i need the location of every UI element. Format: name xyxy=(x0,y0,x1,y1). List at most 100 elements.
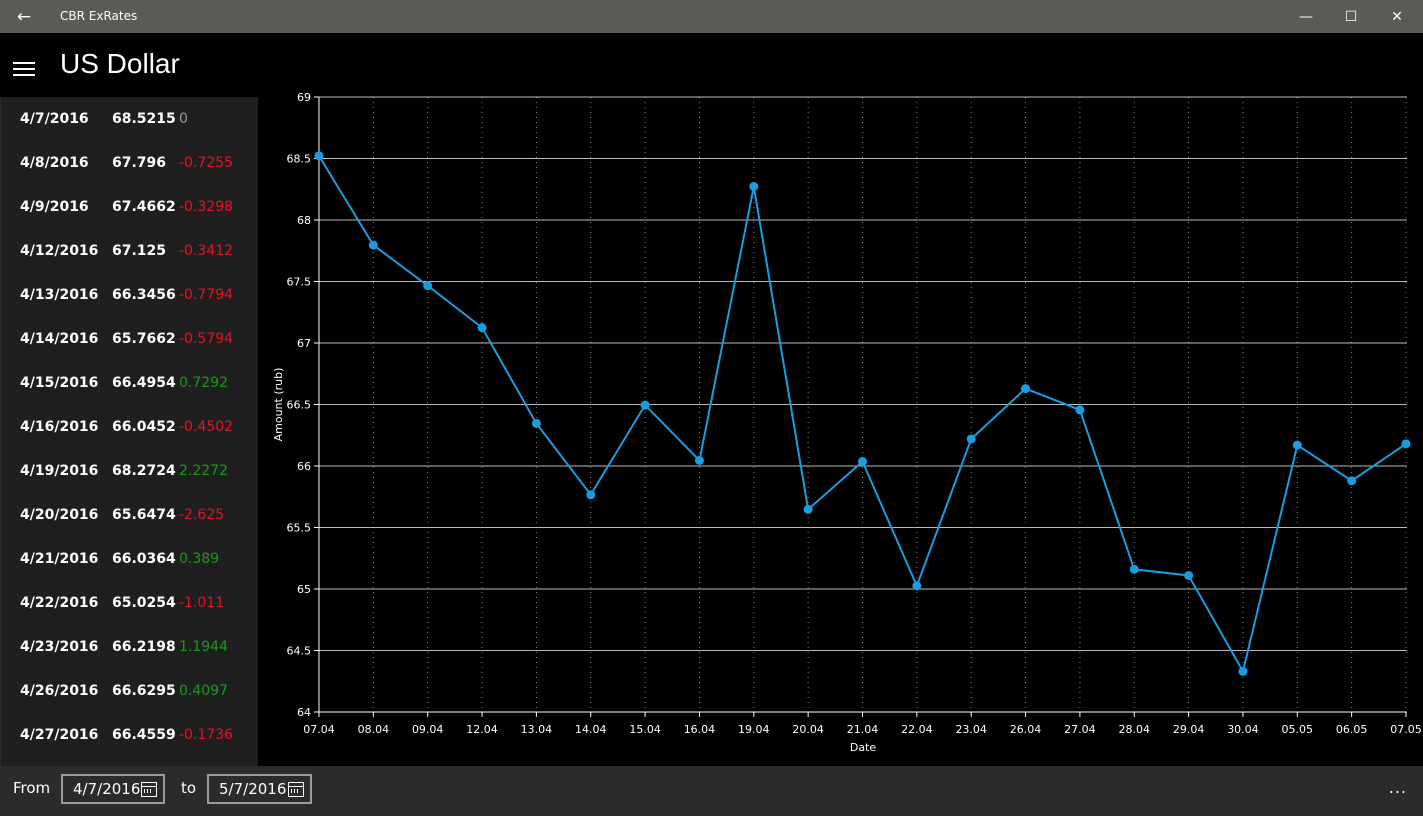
list-item[interactable]: 4/9/2016 67.4662 -0.3298 xyxy=(1,185,258,229)
y-tick-label: 65.5 xyxy=(287,522,312,535)
x-tick-label: 12.04 xyxy=(466,723,498,736)
y-tick-label: 68.5 xyxy=(287,153,312,166)
rate-change: -0.3298 xyxy=(179,199,234,215)
x-tick-label: 23.04 xyxy=(955,723,987,736)
list-item[interactable]: 4/19/2016 68.2724 2.2272 xyxy=(1,449,258,493)
calendar-icon xyxy=(288,782,304,797)
rate-value: 67.796 xyxy=(112,155,167,171)
x-tick-label: 30.04 xyxy=(1227,723,1259,736)
list-item[interactable]: 4/23/2016 66.2198 1.1944 xyxy=(1,625,258,669)
list-item[interactable]: 4/16/2016 66.0452 -0.4502 xyxy=(1,405,258,449)
hamburger-menu-icon[interactable] xyxy=(13,62,35,76)
list-item[interactable]: 4/27/2016 66.4559 -0.1736 xyxy=(1,713,258,757)
close-icon: ✕ xyxy=(1391,8,1403,25)
rate-value: 68.5215 xyxy=(112,111,176,127)
rate-value: 66.3456 xyxy=(112,287,176,303)
from-date-value: 4/7/2016 xyxy=(73,780,141,798)
data-point xyxy=(858,457,867,467)
rate-value: 66.0364 xyxy=(112,551,176,567)
x-tick-label: 16.04 xyxy=(684,723,716,736)
to-date-picker[interactable]: 5/7/2016 xyxy=(207,774,312,804)
x-tick-label: 28.04 xyxy=(1119,723,1151,736)
more-options-button[interactable]: ... xyxy=(1389,778,1407,797)
from-label: From xyxy=(13,779,51,797)
rate-change: 2.2272 xyxy=(179,463,228,479)
rate-change: 0.389 xyxy=(179,551,220,567)
list-item[interactable]: 4/14/2016 65.7662 -0.5794 xyxy=(1,317,258,361)
title-bar: ← CBR ExRates — ☐ ✕ xyxy=(0,0,1423,33)
back-button[interactable]: ← xyxy=(0,0,48,33)
list-item[interactable]: 4/12/2016 67.125 -0.3412 xyxy=(1,229,258,273)
list-item[interactable]: 4/13/2016 66.3456 -0.7794 xyxy=(1,273,258,317)
x-tick-label: 08.04 xyxy=(358,723,390,736)
x-tick-label: 14.04 xyxy=(575,723,607,736)
x-tick-label: 05.05 xyxy=(1282,723,1314,736)
rate-value: 67.4662 xyxy=(112,199,176,215)
rate-date: 4/15/2016 xyxy=(20,375,99,391)
data-point xyxy=(314,151,324,161)
list-item[interactable]: 4/8/2016 67.796 -0.7255 xyxy=(1,141,258,185)
rate-date: 4/19/2016 xyxy=(20,463,99,479)
list-item[interactable]: 4/21/2016 66.0364 0.389 xyxy=(1,537,258,581)
rate-value: 67.125 xyxy=(112,243,167,259)
y-tick-label: 66 xyxy=(297,460,311,473)
rate-date: 4/12/2016 xyxy=(20,243,99,259)
y-tick-label: 65 xyxy=(297,583,311,596)
data-point xyxy=(1129,564,1139,574)
series-line xyxy=(318,155,1407,675)
rate-date: 4/27/2016 xyxy=(20,727,99,743)
rate-chart: 64 64.5 65 65.5 66 66.5 67 67.5 68 68.5 69 07.04 08.… xyxy=(272,91,1422,754)
rate-change: 1.1944 xyxy=(179,639,228,655)
data-point xyxy=(1184,570,1194,580)
rate-list[interactable]: 4/7/2016 68.5215 0 4/8/2016 67.796 -0.7255 4/9… xyxy=(0,97,258,766)
list-item[interactable]: 4/7/2016 68.5215 0 xyxy=(1,97,258,141)
x-tick-label: 22.04 xyxy=(901,723,933,736)
bottom-app-bar: From 4/7/2016 to 5/7/2016 ... xyxy=(0,766,1423,816)
data-point xyxy=(912,581,922,591)
list-item[interactable]: 4/22/2016 65.0254 -1.011 xyxy=(1,581,258,625)
rate-date: 4/9/2016 xyxy=(20,199,89,215)
rate-date: 4/13/2016 xyxy=(20,287,99,303)
data-point xyxy=(1401,439,1411,449)
x-tick-label: 07.05 xyxy=(1390,723,1422,736)
app-title: CBR ExRates xyxy=(60,9,138,23)
rate-date: 4/26/2016 xyxy=(20,683,99,699)
y-tick-label: 68 xyxy=(297,214,311,227)
from-date-picker[interactable]: 4/7/2016 xyxy=(61,774,165,804)
rate-date: 4/21/2016 xyxy=(20,551,99,567)
close-button[interactable]: ✕ xyxy=(1374,0,1420,33)
rate-change: -0.5794 xyxy=(179,331,234,347)
x-tick-label: 26.04 xyxy=(1010,723,1042,736)
data-point xyxy=(749,181,759,191)
maximize-icon: ☐ xyxy=(1344,8,1358,25)
to-label: to xyxy=(181,779,197,797)
rate-value: 66.0452 xyxy=(112,419,176,435)
data-point xyxy=(1347,476,1357,486)
page-title: US Dollar xyxy=(60,48,180,79)
x-tick-label: 27.04 xyxy=(1064,723,1096,736)
rate-change: -1.011 xyxy=(179,595,225,611)
y-tick-label: 69 xyxy=(297,91,311,104)
y-tick-label: 64.5 xyxy=(287,645,312,658)
list-item[interactable]: 4/20/2016 65.6474 -2.625 xyxy=(1,493,258,537)
data-point xyxy=(423,281,433,291)
rate-value: 66.6295 xyxy=(112,683,176,699)
rate-value: 66.2198 xyxy=(112,639,176,655)
x-tick-label: 20.04 xyxy=(792,723,824,736)
maximize-button[interactable]: ☐ xyxy=(1328,0,1374,33)
minimize-button[interactable]: — xyxy=(1283,0,1329,33)
rate-change: -0.4502 xyxy=(179,419,234,435)
rate-date: 4/23/2016 xyxy=(20,639,99,655)
x-tick-label: 07.04 xyxy=(303,723,335,736)
rate-date: 4/16/2016 xyxy=(20,419,99,435)
y-tick-label: 66.5 xyxy=(287,399,312,412)
y-tick-label: 67 xyxy=(297,337,311,350)
to-date-value: 5/7/2016 xyxy=(219,780,287,798)
data-point xyxy=(640,400,650,410)
rate-change: -2.625 xyxy=(179,507,225,523)
rate-value: 66.4559 xyxy=(112,727,176,743)
list-item[interactable]: 4/15/2016 66.4954 0.7292 xyxy=(1,361,258,405)
rate-change: -0.7255 xyxy=(179,155,234,171)
data-point xyxy=(966,434,976,444)
list-item[interactable]: 4/26/2016 66.6295 0.4097 xyxy=(1,669,258,713)
